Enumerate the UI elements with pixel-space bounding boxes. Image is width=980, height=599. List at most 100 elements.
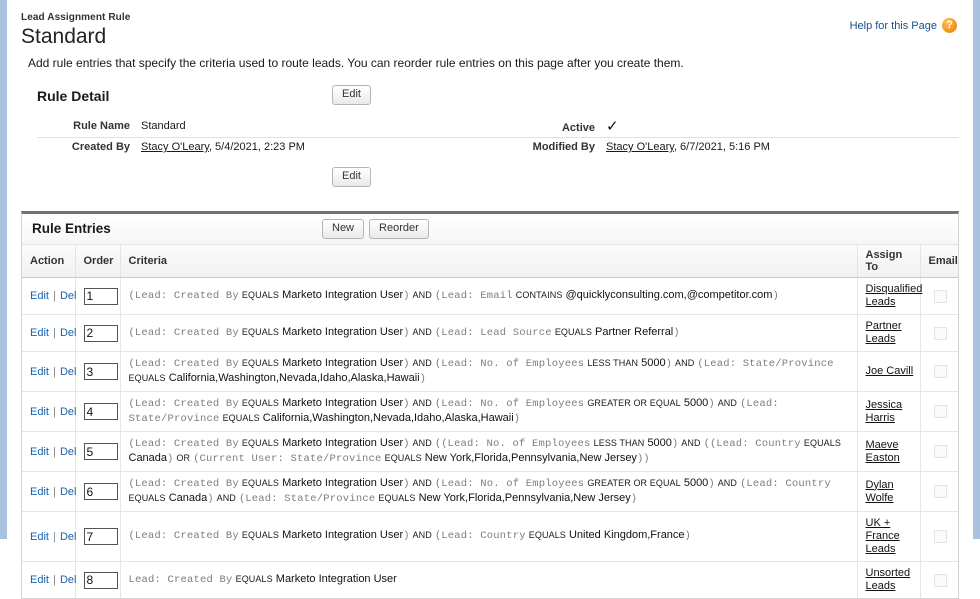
cell-criteria: Lead: Created By EQUALS Marketo Integrat… — [120, 561, 858, 598]
criteria-text: (Lead: Created By EQUALS Marketo Integra… — [128, 288, 779, 302]
rule-detail-row-1: Rule Name Standard Active ✓ — [37, 117, 959, 137]
cell-assign-to: Disqualified Leads — [857, 277, 923, 315]
cell-action: Edit | Del — [22, 511, 76, 562]
row-action-links: Edit | Del — [30, 406, 76, 418]
email-checkbox[interactable] — [933, 289, 947, 303]
edit-link[interactable]: Edit — [30, 446, 49, 458]
edit-link[interactable]: Edit — [30, 574, 49, 586]
rule-name-field: Rule Name Standard — [37, 120, 502, 132]
action-separator: | — [49, 327, 59, 339]
assign-to-link[interactable]: Disqualified Leads — [866, 283, 923, 309]
cell-action: Edit | Del — [22, 431, 77, 472]
rule-detail-edit-button-top[interactable]: Edit — [332, 85, 371, 105]
action-separator: | — [49, 405, 59, 418]
cell-criteria: (Lead: Created By EQUALS Marketo Integra… — [120, 471, 858, 512]
order-input[interactable] — [83, 324, 118, 342]
cell-action: Edit | Del — [22, 561, 77, 598]
edit-link[interactable]: Edit — [30, 327, 49, 339]
email-checkbox[interactable] — [933, 405, 947, 418]
rule-entries-table: Action Order Criteria Assign To Email Ed… — [22, 245, 958, 598]
edit-link[interactable]: Edit — [30, 366, 49, 378]
del-link[interactable]: Del — [60, 366, 77, 378]
cell-order — [75, 391, 121, 432]
column-header-criteria: Criteria — [120, 245, 858, 278]
cell-action: Edit | Del — [22, 391, 76, 432]
del-link[interactable]: Del — [60, 446, 77, 458]
modified-by-field: Modified By Stacy O'Leary, 6/7/2021, 5:1… — [502, 141, 770, 153]
order-input[interactable] — [83, 443, 118, 460]
page-header: Lead Assignment Rule Standard Help for t… — [21, 0, 959, 48]
assign-to-link[interactable]: Partner Leads — [866, 320, 914, 346]
cell-assign-to: Unsorted Leads — [857, 561, 921, 598]
cell-assign-to: Dylan Wolfe — [857, 471, 921, 512]
assign-to-link[interactable]: Jessica Harris — [866, 399, 914, 425]
email-checkbox[interactable] — [933, 573, 947, 587]
table-header-row: Action Order Criteria Assign To Email — [22, 245, 958, 278]
criteria-text: (Lead: Created By EQUALS Marketo Integra… — [128, 477, 831, 505]
modified-by-user-link[interactable]: Stacy O'Leary — [606, 141, 674, 153]
table-row: Edit | Del (Lead: Created By EQUALS Marke… — [22, 431, 958, 472]
active-label: Active — [561, 122, 595, 134]
order-input[interactable] — [83, 528, 118, 545]
cell-criteria: (Lead: Created By EQUALS Marketo Integra… — [120, 391, 858, 432]
cell-order — [75, 561, 121, 598]
del-link[interactable]: Del — [60, 531, 77, 543]
cell-criteria: (Lead: Created By EQUALS Marketo Integra… — [120, 277, 858, 315]
rule-entries-header: Rule Entries New Reorder — [22, 214, 958, 245]
cell-action: Edit | Del — [22, 314, 77, 352]
assign-to-link[interactable]: Maeve Easton — [866, 439, 914, 465]
cell-email — [920, 431, 958, 472]
cell-criteria: (Lead: Created By EQUALS Marketo Integra… — [120, 431, 858, 472]
created-by-user-link[interactable]: Stacy O'Leary — [141, 141, 209, 153]
criteria-text: Lead: Created By EQUALS Marketo Integrat… — [128, 572, 397, 586]
rule-entries-actions: New Reorder — [322, 219, 429, 239]
edit-link[interactable]: Edit — [30, 290, 49, 302]
email-checkbox[interactable] — [933, 530, 947, 543]
edit-link[interactable]: Edit — [30, 531, 49, 543]
cell-assign-to: Joe Cavill — [857, 351, 921, 392]
cell-email — [920, 562, 958, 599]
rule-entries-title: Rule Entries — [32, 221, 111, 236]
help-for-this-page-link[interactable]: Help for this Page — [850, 20, 937, 32]
rule-detail-edit-button-bottom[interactable]: Edit — [332, 167, 371, 187]
email-checkbox[interactable] — [933, 485, 947, 498]
cell-assign-to: Jessica Harris — [857, 391, 921, 432]
assign-to-link[interactable]: Dylan Wolfe — [866, 479, 914, 505]
order-input[interactable] — [83, 571, 118, 589]
email-checkbox[interactable] — [933, 445, 947, 458]
order-input[interactable] — [83, 287, 118, 305]
edit-link[interactable]: Edit — [30, 406, 49, 418]
order-input[interactable] — [83, 483, 118, 500]
assign-to-link[interactable]: UK + France Leads — [866, 517, 914, 556]
action-separator: | — [49, 365, 59, 378]
email-checkbox[interactable] — [933, 365, 947, 378]
cell-criteria: (Lead: Created By EQUALS Marketo Integra… — [120, 351, 858, 392]
del-link[interactable]: Del — [60, 574, 77, 586]
modified-by-value: Stacy O'Leary, 6/7/2021, 5:16 PM — [606, 141, 770, 153]
assign-to-link[interactable]: Unsorted Leads — [866, 567, 914, 593]
cell-order — [75, 351, 121, 392]
order-input[interactable] — [83, 403, 118, 420]
del-link[interactable]: Del — [60, 406, 77, 418]
del-link[interactable]: Del — [60, 486, 77, 498]
new-rule-entry-button[interactable]: New — [322, 219, 365, 239]
reorder-rule-entries-button[interactable]: Reorder — [369, 219, 429, 239]
cell-email — [920, 314, 958, 352]
action-separator: | — [49, 290, 59, 302]
cell-assign-to: Partner Leads — [857, 314, 921, 352]
order-input[interactable] — [83, 363, 118, 380]
del-link[interactable]: Del — [60, 327, 77, 339]
question-mark-icon[interactable]: ? — [942, 18, 957, 33]
row-action-links: Edit | Del — [30, 531, 76, 543]
table-row: Edit | Del (Lead: Created By EQUALS Marke… — [22, 351, 958, 392]
action-separator: | — [49, 485, 59, 498]
email-checkbox[interactable] — [933, 326, 947, 340]
modified-by-label: Modified By — [532, 141, 595, 153]
assign-to-link[interactable]: Joe Cavill — [866, 365, 914, 378]
rule-entries-panel: Rule Entries New Reorder Action Order Cr… — [21, 211, 959, 599]
del-link[interactable]: Del — [60, 290, 77, 302]
breadcrumb-kicker: Lead Assignment Rule — [21, 12, 131, 23]
edit-link[interactable]: Edit — [30, 486, 49, 498]
column-header-email: Email — [920, 245, 958, 278]
table-row: Edit | Del (Lead: Created By EQUALS Marke… — [22, 511, 958, 562]
